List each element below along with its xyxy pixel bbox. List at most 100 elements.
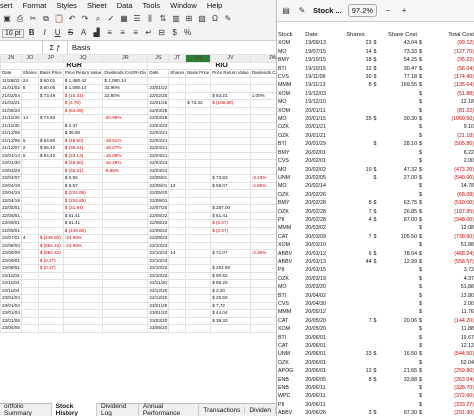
table-cell[interactable]: [249, 106, 276, 115]
table-cell[interactable]: [20, 286, 39, 295]
table-cell[interactable]: [102, 174, 149, 183]
table-cell[interactable]: [20, 99, 39, 108]
table-cell[interactable]: 14: [20, 114, 39, 123]
table-cell[interactable]: [102, 271, 149, 280]
table-cell[interactable]: [249, 151, 276, 160]
table-cell[interactable]: $ 71.07: [210, 249, 251, 258]
table-cell[interactable]: [249, 136, 276, 145]
insert-row-icon[interactable]: ☰: [132, 14, 142, 24]
table-cell[interactable]: [62, 294, 104, 303]
table-cell[interactable]: [249, 114, 276, 123]
table-cell[interactable]: [185, 91, 212, 100]
table-cell[interactable]: $ 8.57: [62, 181, 104, 190]
table-cell[interactable]: 22/05/01: [0, 204, 22, 213]
table-cell[interactable]: [20, 91, 39, 100]
table-cell[interactable]: [185, 286, 212, 295]
table-cell[interactable]: [185, 151, 212, 160]
table-cell[interactable]: 23/01/04: [0, 309, 22, 318]
table-cell[interactable]: [37, 189, 64, 198]
table-cell[interactable]: [249, 99, 276, 108]
table-cell[interactable]: [210, 166, 251, 175]
table-cell[interactable]: [210, 114, 251, 123]
table-cell[interactable]: 4: [20, 234, 39, 243]
table-cell[interactable]: [37, 279, 64, 288]
table-cell[interactable]: 11/28/02: [0, 76, 22, 85]
table-cell[interactable]: [20, 211, 39, 220]
table-cell[interactable]: [185, 226, 212, 235]
font-color-icon[interactable]: A: [79, 28, 89, 38]
table-cell[interactable]: 22/04/22: [147, 121, 170, 130]
table-cell[interactable]: [62, 256, 104, 265]
table-cell[interactable]: [20, 219, 39, 228]
table-cell[interactable]: [210, 76, 251, 85]
table-cell[interactable]: 22/03/23: [0, 166, 22, 175]
table-cell[interactable]: [185, 234, 212, 243]
table-cell[interactable]: [185, 324, 212, 333]
table-cell[interactable]: $ (449.60): [62, 226, 104, 235]
table-cell[interactable]: [62, 271, 104, 280]
table-cell[interactable]: 22/10/22: [147, 271, 170, 280]
align-right-icon[interactable]: ≡: [131, 28, 141, 38]
table-cell[interactable]: 1.00%: [249, 91, 276, 100]
table-cell[interactable]: [20, 316, 39, 325]
table-cell[interactable]: $ (48.50): [62, 159, 104, 168]
table-cell[interactable]: [210, 129, 251, 138]
table-cell[interactable]: 21/02/04: [0, 91, 22, 100]
table-cell[interactable]: [62, 309, 104, 318]
table-cell[interactable]: [168, 294, 187, 303]
table-cell[interactable]: -24.69%: [62, 234, 104, 243]
table-cell[interactable]: [249, 211, 276, 220]
table-cell[interactable]: [210, 151, 251, 160]
table-cell[interactable]: [102, 196, 149, 205]
table-cell[interactable]: 22/04/22: [147, 166, 170, 175]
table-cell[interactable]: [249, 256, 276, 265]
menu-styles[interactable]: Styles: [56, 1, 76, 10]
table-cell[interactable]: 22/04/21: [147, 151, 170, 160]
table-cell[interactable]: $ 73.83: [210, 174, 251, 183]
sidebar-toggle-icon[interactable]: ▤: [281, 6, 291, 16]
column-header[interactable]: JO: [20, 54, 39, 63]
table-cell[interactable]: $ 44.04: [210, 309, 251, 318]
table-cell[interactable]: [249, 264, 276, 273]
table-cell[interactable]: 22/03/28: [147, 114, 170, 123]
table-cell[interactable]: [168, 166, 187, 175]
table-cell[interactable]: [37, 159, 64, 168]
table-cell[interactable]: 22/09/01: [0, 264, 22, 273]
table-cell[interactable]: [37, 324, 64, 333]
table-cell[interactable]: 22/09/22: [147, 226, 170, 235]
table-cell[interactable]: [20, 181, 39, 190]
table-cell[interactable]: 22/02/25: [147, 91, 170, 100]
table-cell[interactable]: [20, 129, 39, 138]
table-cell[interactable]: $ 0.93: [62, 174, 104, 183]
table-cell[interactable]: $ 63.21: [210, 91, 251, 100]
tab-annual-performance[interactable]: Annual Performance: [139, 403, 200, 416]
redo-icon[interactable]: ↷: [80, 14, 90, 24]
table-cell[interactable]: 22/05/01: [0, 226, 22, 235]
table-cell[interactable]: [210, 106, 251, 115]
table-cell[interactable]: [62, 301, 104, 310]
table-cell[interactable]: [168, 76, 187, 85]
table-cell[interactable]: [185, 136, 212, 145]
menu-help[interactable]: Help: [207, 1, 222, 10]
table-cell[interactable]: 23/01/04: [0, 301, 22, 310]
table-cell[interactable]: [37, 301, 64, 310]
table-cell[interactable]: $ 25.50: [210, 294, 251, 303]
table-cell[interactable]: 22/03/28: [147, 106, 170, 115]
table-cell[interactable]: [37, 316, 64, 325]
table-cell[interactable]: [168, 264, 187, 273]
table-cell[interactable]: [102, 121, 149, 130]
table-cell[interactable]: [249, 286, 276, 295]
table-cell[interactable]: [102, 204, 149, 213]
table-cell[interactable]: [168, 106, 187, 115]
table-cell[interactable]: 22/04/19: [0, 181, 22, 190]
table-cell[interactable]: [62, 286, 104, 295]
table-cell[interactable]: 22/10/22: [147, 256, 170, 265]
table-cell[interactable]: 22/04/21: [147, 129, 170, 138]
table-cell[interactable]: [62, 114, 104, 123]
table-cell[interactable]: $ (0.07): [210, 226, 251, 235]
table-cell[interactable]: 22/11/20: [147, 279, 170, 288]
table-cell[interactable]: [102, 294, 149, 303]
table-cell[interactable]: [249, 204, 276, 213]
table-cell[interactable]: [102, 279, 149, 288]
table-cell[interactable]: [249, 234, 276, 243]
